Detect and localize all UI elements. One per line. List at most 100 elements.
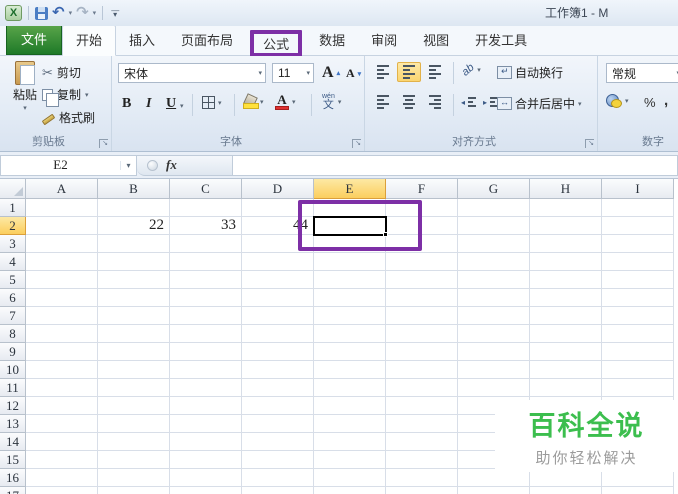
cell-I6[interactable] [602, 289, 674, 307]
cell-A11[interactable] [26, 379, 98, 397]
italic-button[interactable]: I [146, 96, 151, 112]
cell-B16[interactable] [98, 469, 170, 487]
row-header-4[interactable]: 4 [0, 253, 26, 271]
cell-G17[interactable] [458, 487, 530, 494]
cell-C2[interactable]: 33 [170, 217, 242, 235]
cell-B7[interactable] [98, 307, 170, 325]
orientation-button[interactable]: ab ▾ [460, 61, 481, 78]
dialog-launcher-icon[interactable]: ↘ [585, 139, 594, 148]
font-color-button[interactable]: A ▾ [275, 93, 296, 110]
customize-quick-access-icon[interactable]: — ▾ [111, 7, 119, 19]
chevron-down-icon[interactable]: ▾ [23, 104, 27, 112]
cell-E8[interactable] [314, 325, 386, 343]
decrease-indent-button[interactable]: ◂ [461, 94, 478, 110]
format-painter-button[interactable]: 格式刷 [41, 109, 95, 126]
cell-F9[interactable] [386, 343, 458, 361]
row-header-9[interactable]: 9 [0, 343, 26, 361]
cell-E12[interactable] [314, 397, 386, 415]
row-header-10[interactable]: 10 [0, 361, 26, 379]
cell-B11[interactable] [98, 379, 170, 397]
cell-H10[interactable] [530, 361, 602, 379]
cell-H2[interactable] [530, 217, 602, 235]
grow-font-button[interactable]: A ▴ [322, 64, 340, 82]
cell-H7[interactable] [530, 307, 602, 325]
cell-H6[interactable] [530, 289, 602, 307]
row-header-16[interactable]: 16 [0, 469, 26, 487]
cell-C7[interactable] [170, 307, 242, 325]
cell-E11[interactable] [314, 379, 386, 397]
tab-home[interactable]: 开始 [62, 25, 117, 56]
row-header-14[interactable]: 14 [0, 433, 26, 451]
number-format-select[interactable]: 常规 ▾ [606, 63, 678, 83]
cell-A1[interactable] [26, 199, 98, 217]
cell-C10[interactable] [170, 361, 242, 379]
cell-F5[interactable] [386, 271, 458, 289]
cell-F4[interactable] [386, 253, 458, 271]
chevron-down-icon[interactable]: ▾ [218, 99, 222, 107]
row-header-3[interactable]: 3 [0, 235, 26, 253]
cell-G7[interactable] [458, 307, 530, 325]
cell-E13[interactable] [314, 415, 386, 433]
cell-B14[interactable] [98, 433, 170, 451]
tab-page-layout[interactable]: 页面布局 [168, 26, 246, 55]
cell-A2[interactable] [26, 217, 98, 235]
cell-A15[interactable] [26, 451, 98, 469]
row-header-8[interactable]: 8 [0, 325, 26, 343]
cell-C3[interactable] [170, 235, 242, 253]
cell-G2[interactable] [458, 217, 530, 235]
chevron-down-icon[interactable]: ▾ [338, 98, 342, 106]
name-box[interactable]: E2 ▾ [0, 154, 137, 176]
column-header-C[interactable]: C [170, 179, 242, 199]
row-header-15[interactable]: 15 [0, 451, 26, 469]
cell-G4[interactable] [458, 253, 530, 271]
insert-function-icon[interactable]: fx [166, 157, 177, 173]
cell-C17[interactable] [170, 487, 242, 494]
cell-A16[interactable] [26, 469, 98, 487]
cell-A5[interactable] [26, 271, 98, 289]
cell-D5[interactable] [242, 271, 314, 289]
accounting-format-button[interactable]: ▾ [606, 94, 629, 108]
cell-C9[interactable] [170, 343, 242, 361]
cell-I10[interactable] [602, 361, 674, 379]
phonetic-guide-button[interactable]: wén 文 ▾ [322, 93, 341, 111]
cell-E14[interactable] [314, 433, 386, 451]
cell-F13[interactable] [386, 415, 458, 433]
cell-H9[interactable] [530, 343, 602, 361]
percent-style-button[interactable]: % [644, 95, 656, 110]
row-header-12[interactable]: 12 [0, 397, 26, 415]
cell-D16[interactable] [242, 469, 314, 487]
row-header-7[interactable]: 7 [0, 307, 26, 325]
cell-C1[interactable] [170, 199, 242, 217]
underline-button[interactable]: U [166, 96, 176, 112]
cell-D9[interactable] [242, 343, 314, 361]
undo-icon[interactable]: ↶ [52, 5, 65, 20]
tab-file[interactable]: 文件 [6, 24, 63, 55]
chevron-down-icon[interactable]: ▾ [292, 98, 296, 106]
font-size-select[interactable]: 11 ▾ [272, 63, 314, 83]
shrink-font-button[interactable]: A ▾ [346, 66, 361, 81]
cell-I11[interactable] [602, 379, 674, 397]
cell-E5[interactable] [314, 271, 386, 289]
cell-E15[interactable] [314, 451, 386, 469]
cell-H4[interactable] [530, 253, 602, 271]
cell-B3[interactable] [98, 235, 170, 253]
cell-B13[interactable] [98, 415, 170, 433]
cell-C6[interactable] [170, 289, 242, 307]
cell-D8[interactable] [242, 325, 314, 343]
tab-view[interactable]: 视图 [410, 26, 462, 55]
cell-E16[interactable] [314, 469, 386, 487]
tab-formulas[interactable]: 公式 [254, 35, 298, 55]
chevron-down-icon[interactable]: ▾ [625, 97, 629, 105]
cell-F16[interactable] [386, 469, 458, 487]
cell-C11[interactable] [170, 379, 242, 397]
cell-D13[interactable] [242, 415, 314, 433]
middle-align-button[interactable] [397, 62, 421, 82]
cell-I2[interactable] [602, 217, 674, 235]
column-header-D[interactable]: D [242, 179, 314, 199]
cell-I3[interactable] [602, 235, 674, 253]
cell-C5[interactable] [170, 271, 242, 289]
cell-C13[interactable] [170, 415, 242, 433]
cell-B15[interactable] [98, 451, 170, 469]
chevron-down-icon[interactable]: ▾ [578, 100, 582, 108]
cell-E6[interactable] [314, 289, 386, 307]
